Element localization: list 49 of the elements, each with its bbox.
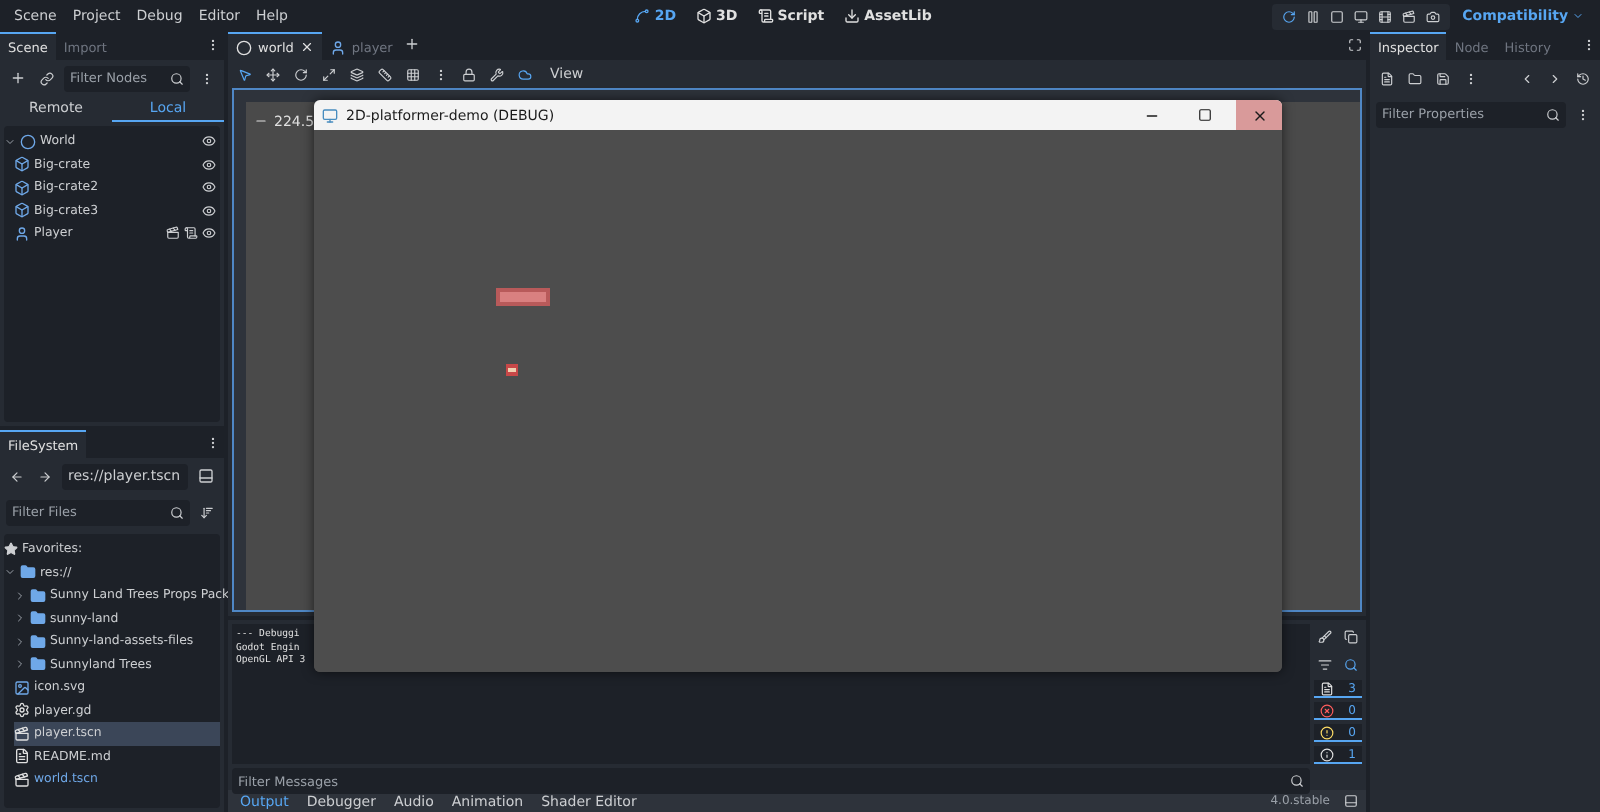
folder-icon (30, 633, 46, 650)
split-view-icon[interactable] (194, 464, 218, 488)
info-icon (1320, 747, 1334, 761)
scroll-icon (757, 8, 774, 24)
wrench-icon[interactable] (486, 62, 508, 86)
close-icon[interactable] (299, 40, 314, 54)
gear-icon (14, 702, 30, 719)
app-icon (322, 107, 338, 123)
brush-icon[interactable] (1314, 624, 1336, 648)
maximize-icon[interactable] (1198, 108, 1212, 122)
folder-icon (30, 610, 46, 627)
eye-icon[interactable] (202, 134, 216, 149)
close-button[interactable] (1236, 100, 1282, 130)
folder-icon (30, 656, 46, 673)
star-icon (4, 542, 18, 557)
node-icon (236, 39, 252, 55)
node-icon (20, 133, 36, 150)
sprite-icon (14, 179, 30, 196)
clapperboard-icon (14, 771, 30, 788)
eye-icon[interactable] (202, 203, 216, 218)
search-icon (170, 505, 184, 519)
download-icon (844, 8, 861, 24)
scroll-icon[interactable] (184, 226, 198, 241)
caret-icon (1572, 10, 1585, 22)
folder-icon (30, 587, 46, 604)
sprite-icon (14, 202, 30, 219)
eye-icon[interactable] (202, 226, 216, 241)
clapperboard-icon (14, 725, 30, 742)
ruler-icon[interactable] (374, 62, 396, 86)
search-icon (170, 71, 184, 85)
folder-icon (20, 564, 36, 581)
warning-icon (1320, 725, 1334, 739)
link-icon[interactable] (36, 66, 58, 90)
eye-icon[interactable] (202, 157, 216, 172)
image-icon (14, 679, 30, 696)
sprite-icon (14, 156, 30, 173)
zoom-out-icon[interactable] (254, 114, 268, 128)
document-icon (14, 748, 30, 765)
search-icon (1546, 107, 1560, 121)
curve-icon (634, 8, 651, 24)
eye-icon[interactable] (202, 180, 216, 195)
character-icon (14, 225, 30, 242)
clapperboard-icon[interactable] (166, 226, 180, 241)
log-icon (1320, 681, 1334, 695)
search-icon (1290, 774, 1304, 788)
cube-icon (696, 8, 713, 24)
error-icon (1320, 703, 1334, 717)
close-icon (1251, 107, 1267, 123)
character-icon (329, 39, 346, 55)
